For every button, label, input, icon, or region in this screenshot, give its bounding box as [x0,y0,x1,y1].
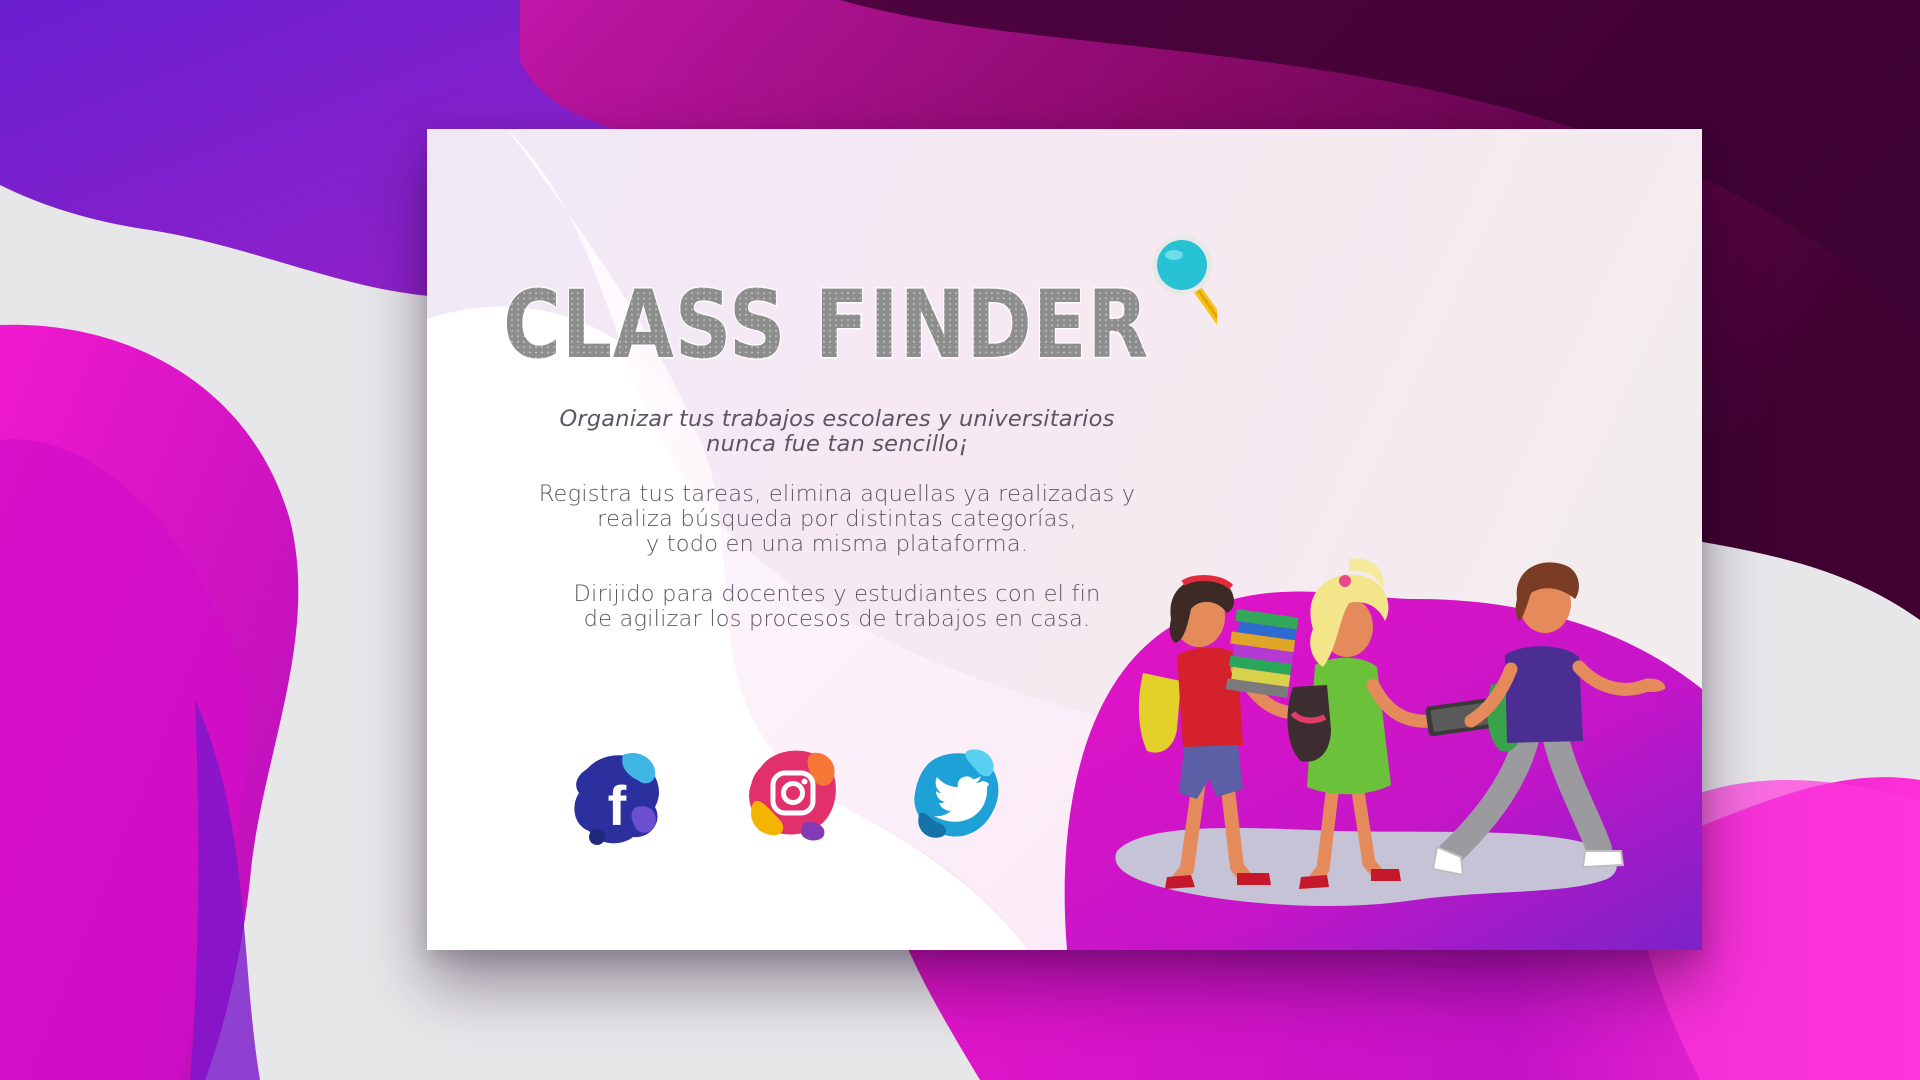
audience-paragraph: Dirijido para docentes y estudiantes con… [517,582,1157,632]
audience-line-2: de agilizar los procesos de trabajos en … [583,606,1091,632]
intro-text: Organizar tus trabajos escolares y unive… [517,407,1157,657]
twitter-button[interactable] [907,745,1007,845]
social-links: f [567,747,999,857]
features-line-1: Registra tus tareas, elimina aquellas ya… [538,481,1136,507]
title-logo: CLASS FINDER [497,211,1217,361]
features-paragraph: Registra tus tareas, elimina aquellas ya… [517,482,1157,557]
tagline: Organizar tus trabajos escolares y unive… [517,407,1157,457]
facebook-button[interactable]: f [567,747,667,847]
magnifier-icon [1152,235,1217,325]
instagram-button[interactable] [743,743,843,843]
features-line-2: realiza búsqueda por distintas categoría… [597,506,1077,532]
hero-card: CLASS FINDER Organizar tus trabajos esco… [427,129,1702,950]
student-right [1431,562,1666,877]
svg-text:f: f [608,774,627,837]
page-title: CLASS FINDER [503,271,1149,361]
features-line-3: y todo en una misma plataforma. [645,531,1029,557]
students-illustration [1115,558,1666,907]
facebook-icon: f [574,752,659,845]
audience-line-1: Dirijido para docentes y estudiantes con… [573,581,1101,607]
instagram-icon [749,750,836,841]
tagline-line-1: Organizar tus trabajos escolares y unive… [559,406,1115,432]
tagline-line-2: nunca fue tan sencillo¡ [706,431,968,457]
twitter-icon [914,749,999,838]
